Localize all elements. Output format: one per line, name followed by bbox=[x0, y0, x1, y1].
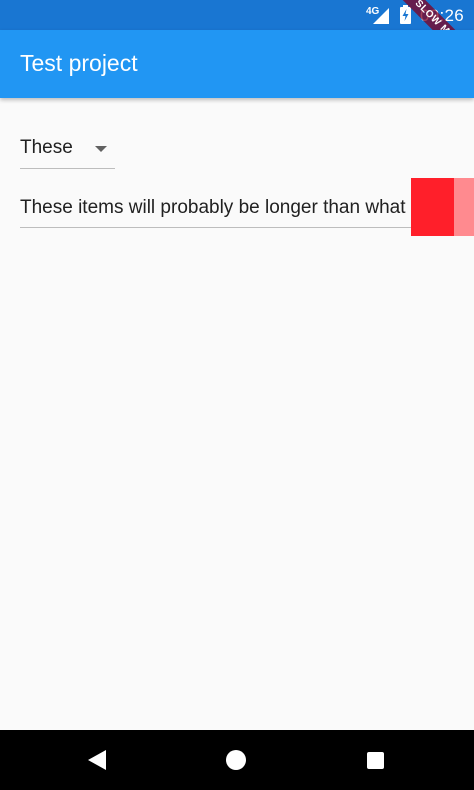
signal-icon bbox=[373, 8, 389, 24]
navigation-bar bbox=[0, 730, 474, 790]
home-icon[interactable] bbox=[226, 750, 246, 770]
back-icon[interactable] bbox=[88, 750, 106, 770]
status-bar: 4G 09:26 bbox=[0, 0, 474, 30]
battery-charging-icon bbox=[400, 5, 411, 24]
dropdown-short-value: These bbox=[20, 137, 73, 158]
page-title: Test project bbox=[20, 50, 138, 76]
recents-icon[interactable] bbox=[367, 752, 384, 769]
overflow-indicator-solid bbox=[411, 178, 454, 236]
app-bar: Test project bbox=[0, 30, 474, 98]
dropdown-arrow-icon bbox=[95, 146, 107, 152]
dropdown-short[interactable]: These bbox=[20, 128, 115, 169]
screen: 4G 09:26 SLOW MODE Test project These Th… bbox=[0, 0, 474, 790]
overflow-warning-indicator bbox=[411, 178, 474, 236]
clock: 09:26 bbox=[420, 6, 465, 25]
dropdown-long-value: These items will probably be longer than… bbox=[20, 197, 436, 218]
overflow-indicator-light bbox=[454, 178, 474, 236]
dropdown-long[interactable]: These items will probably be longer than… bbox=[20, 188, 474, 228]
